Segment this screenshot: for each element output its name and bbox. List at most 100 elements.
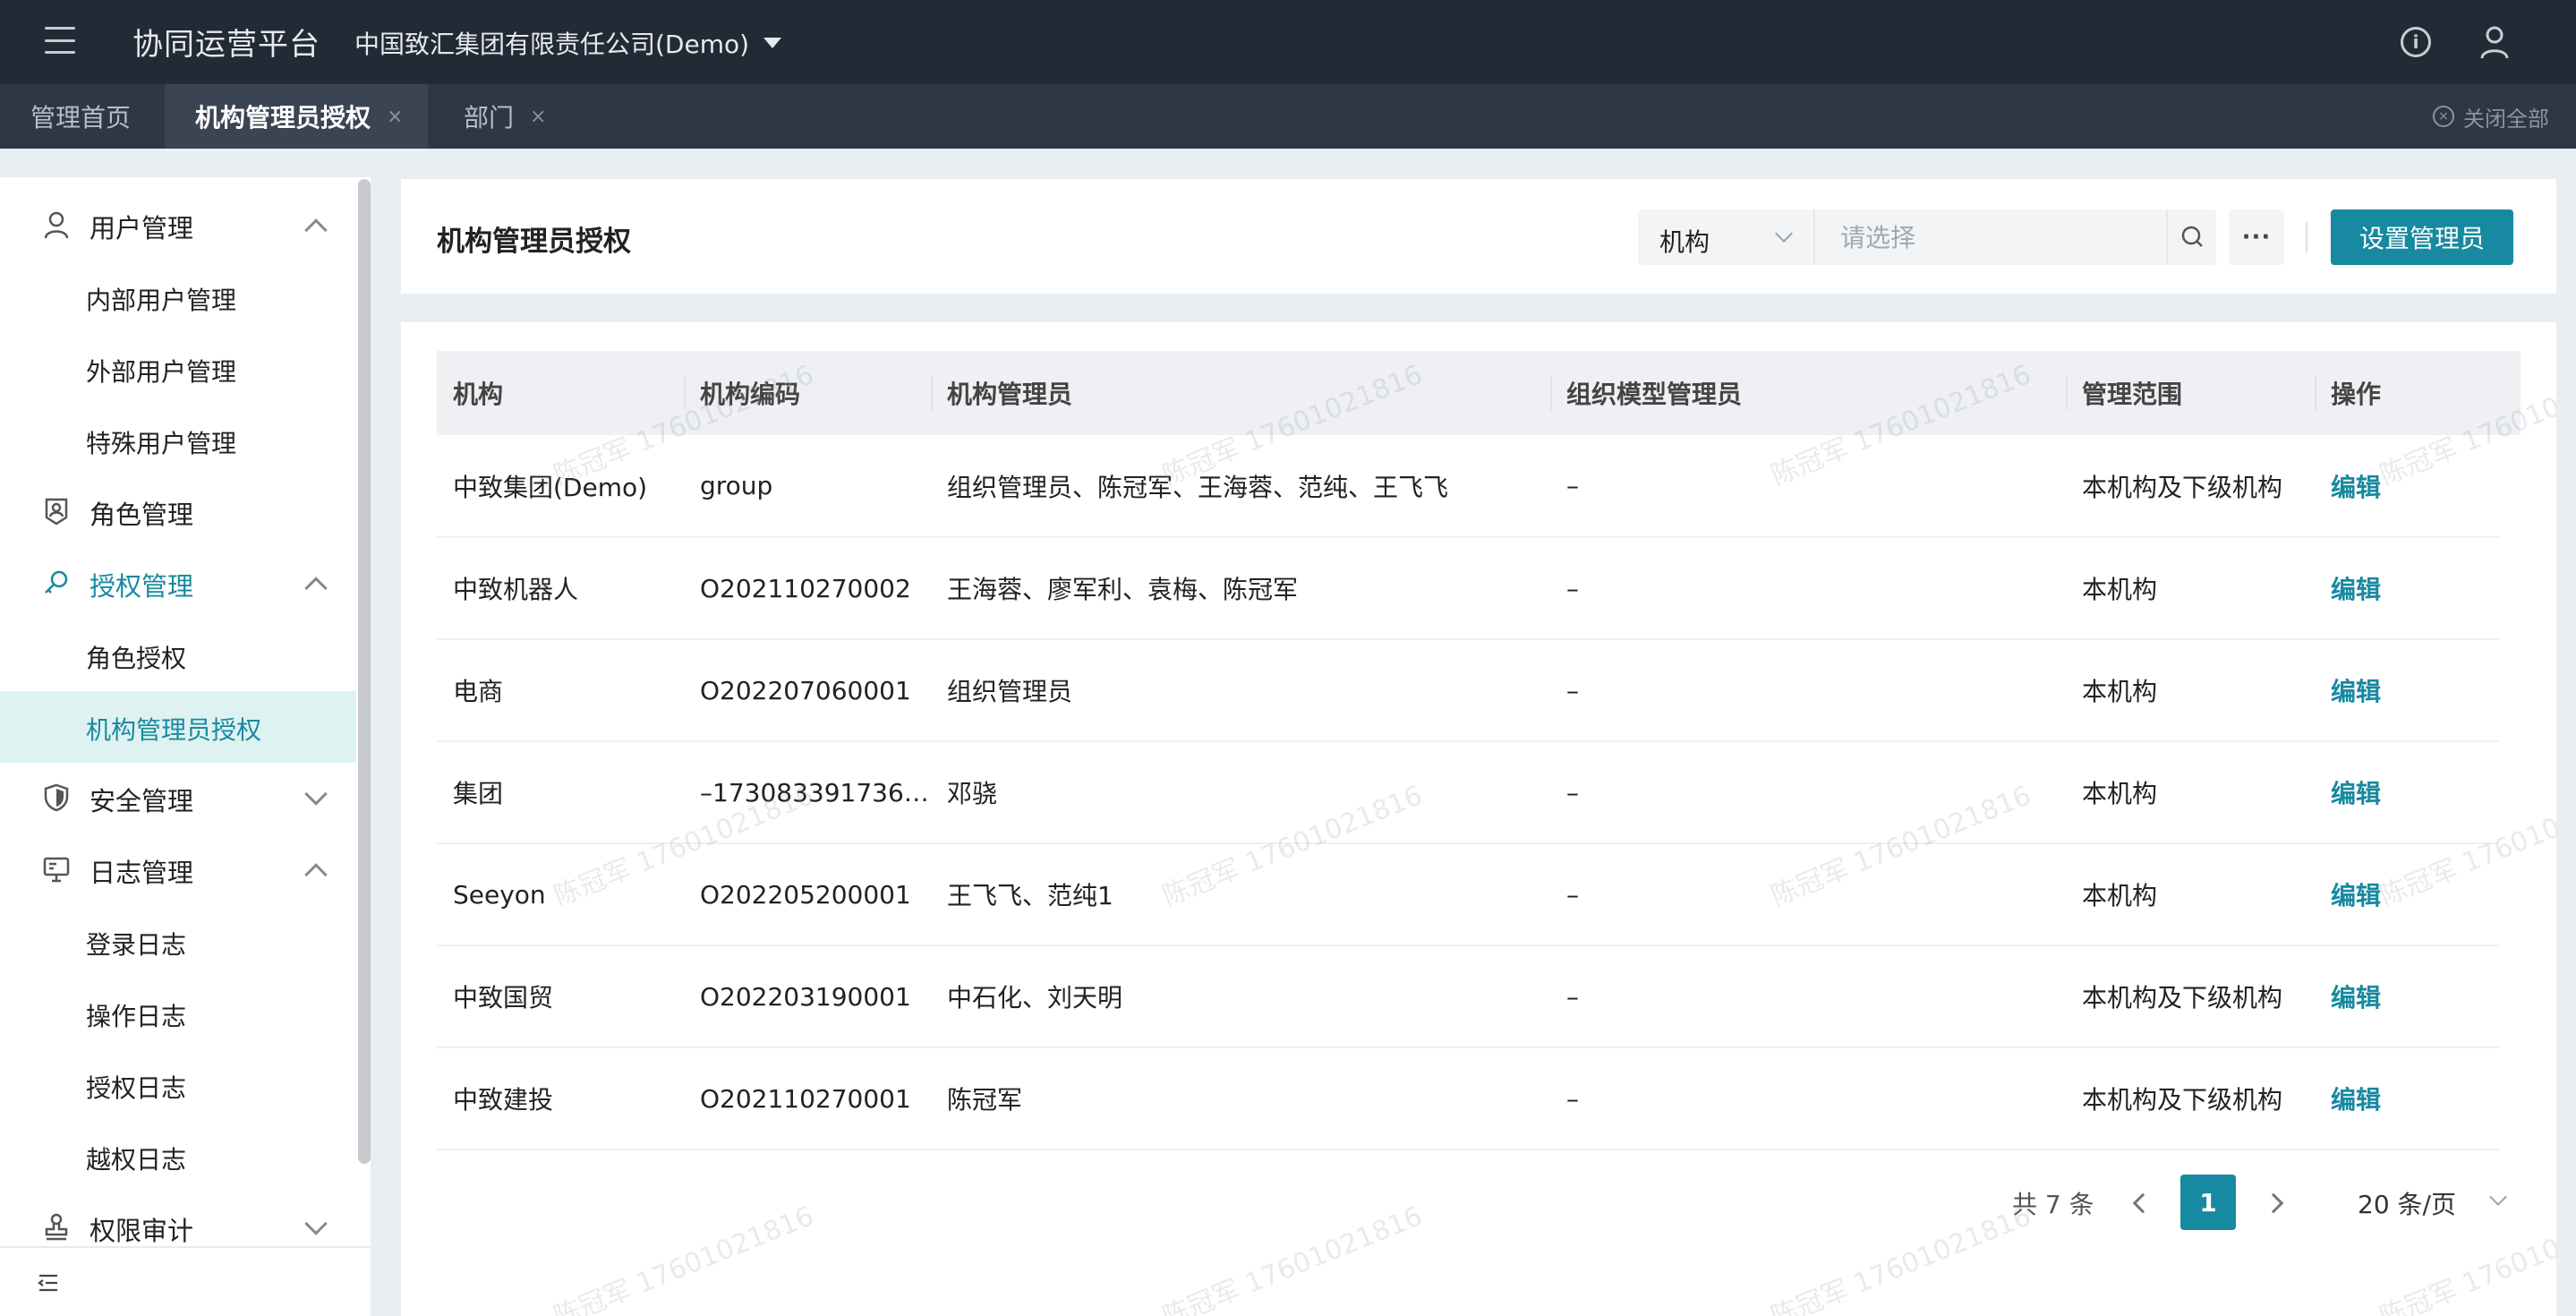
- cell-code: group: [700, 471, 773, 500]
- menu-icon[interactable]: [45, 27, 75, 54]
- sidebar-item-auth-log[interactable]: 授权日志: [0, 1049, 356, 1121]
- org-admin-table: 机构 机构编码 机构管理员 组织模型管理员 管理范围 操作 中致集团(Demo)…: [437, 351, 2499, 1150]
- sidebar-group-label: 授权管理: [90, 571, 194, 602]
- cell-org: 中致国贸: [453, 983, 554, 1013]
- sidebar-group-label: 用户管理: [90, 213, 194, 244]
- table-row: 电商 O202207060001 组织管理员 – 本机构 编辑: [437, 639, 2499, 741]
- chevron-down-icon: [2489, 1188, 2507, 1206]
- chevron-up-icon: [304, 218, 328, 242]
- sidebar-item-login-log[interactable]: 登录日志: [0, 906, 356, 978]
- cell-org: Seeyon: [453, 879, 546, 910]
- user-icon: [44, 211, 69, 239]
- table-row: 中致集团(Demo) group 组织管理员、陈冠军、王海蓉、范纯、王飞飞 – …: [437, 435, 2499, 537]
- cell-model-admins: –: [1566, 675, 1579, 705]
- table-row: 中致国贸 O202203190001 中石化、刘天明 – 本机构及下级机构 编辑: [437, 945, 2499, 1047]
- sidebar-item-label: 内部用户管理: [86, 286, 237, 315]
- sidebar-group-user[interactable]: 用户管理: [0, 190, 354, 261]
- cell-admins: 王飞飞、范纯1: [947, 881, 1113, 910]
- user-profile-icon[interactable]: [2479, 25, 2510, 59]
- top-bar: 协同运营平台 中国致汇集团有限责任公司(Demo) i: [0, 0, 2576, 84]
- total-count: 共 7 条: [2012, 1190, 2094, 1219]
- cell-org: 电商: [453, 677, 504, 706]
- sidebar-item-role-auth[interactable]: 角色授权: [0, 620, 356, 691]
- edit-link[interactable]: 编辑: [2315, 945, 2499, 1047]
- tab-department[interactable]: 部门 ×: [428, 84, 571, 149]
- key-icon: [45, 570, 68, 594]
- filter-field-select[interactable]: 机构: [1638, 209, 1815, 265]
- close-all-button[interactable]: × 关闭全部: [2433, 84, 2549, 149]
- cell-scope: 本机构及下级机构: [2082, 472, 2283, 502]
- company-switcher[interactable]: 中国致汇集团有限责任公司(Demo): [354, 25, 782, 61]
- prev-page-icon[interactable]: [2132, 1192, 2154, 1214]
- set-admin-button[interactable]: 设置管理员: [2331, 209, 2513, 265]
- cell-scope: 本机构及下级机构: [2082, 983, 2283, 1013]
- cell-code: –173083391736…: [700, 777, 929, 808]
- edit-link[interactable]: 编辑: [2315, 639, 2499, 741]
- column-header-scope: 管理范围: [2066, 351, 2315, 435]
- column-header-model-admins: 组织模型管理员: [1550, 351, 2066, 435]
- chevron-down-icon: [1775, 225, 1793, 243]
- tab-close-icon[interactable]: ×: [387, 106, 403, 128]
- info-icon[interactable]: i: [2401, 27, 2431, 57]
- filter-input[interactable]: [1817, 209, 2166, 265]
- sidebar-item-operation-log[interactable]: 操作日志: [0, 978, 356, 1049]
- cell-model-admins: –: [1566, 1083, 1579, 1114]
- cell-admins: 王海蓉、廖军利、袁梅、陈冠军: [947, 575, 1299, 604]
- pagination: 共 7 条 1 20 条/页: [401, 1175, 2556, 1237]
- cell-code: O202203190001: [700, 981, 911, 1012]
- search-icon: [2181, 226, 2203, 247]
- monitor-icon: [43, 857, 70, 883]
- cell-scope: 本机构: [2082, 677, 2158, 706]
- table-row: Seeyon O202205200001 王飞飞、范纯1 – 本机构 编辑: [437, 843, 2499, 945]
- next-page-icon[interactable]: [2263, 1192, 2284, 1214]
- more-button[interactable]: ···: [2229, 209, 2284, 265]
- sidebar-item-overreach-log[interactable]: 越权日志: [0, 1121, 356, 1192]
- sidebar-item-internal-users[interactable]: 内部用户管理: [0, 261, 356, 333]
- edit-link[interactable]: 编辑: [2315, 435, 2499, 537]
- search-filter: 机构: [1638, 209, 2216, 265]
- collapse-sidebar-icon[interactable]: [38, 1273, 59, 1293]
- table-row: 集团 –173083391736… 邓骁 – 本机构 编辑: [437, 741, 2499, 843]
- sidebar-scrollbar[interactable]: [358, 179, 371, 1164]
- column-header-admins: 机构管理员: [931, 351, 1550, 435]
- page-size-select[interactable]: 20 条/页: [2358, 1185, 2456, 1221]
- sidebar-group-log[interactable]: 日志管理: [0, 834, 354, 906]
- cell-org: 中致集团(Demo): [453, 472, 648, 502]
- cell-admins: 组织管理员: [947, 677, 1073, 706]
- table-row: 中致机器人 O202110270002 王海蓉、廖军利、袁梅、陈冠军 – 本机构…: [437, 537, 2499, 639]
- sidebar-item-label: 操作日志: [86, 1002, 187, 1031]
- edit-link[interactable]: 编辑: [2315, 741, 2499, 843]
- cell-model-admins: –: [1566, 471, 1579, 500]
- sidebar-group-auth[interactable]: 授权管理: [0, 548, 354, 620]
- sidebar-group-role[interactable]: 角色管理: [0, 476, 354, 548]
- sidebar-group-security[interactable]: 安全管理: [0, 763, 354, 834]
- search-button[interactable]: [2166, 209, 2216, 265]
- tab-org-admin-auth[interactable]: 机构管理员授权 ×: [165, 84, 428, 149]
- tab-label: 机构管理员授权: [195, 103, 371, 132]
- cell-scope: 本机构及下级机构: [2082, 1085, 2283, 1115]
- sidebar-item-special-users[interactable]: 特殊用户管理: [0, 405, 356, 476]
- sidebar-item-org-admin-auth[interactable]: 机构管理员授权: [0, 691, 356, 763]
- edit-link[interactable]: 编辑: [2315, 1047, 2499, 1149]
- company-name: 中国致汇集团有限责任公司(Demo): [354, 30, 750, 59]
- column-header-action: 操作: [2315, 351, 2499, 435]
- tab-home[interactable]: 管理首页: [0, 84, 165, 149]
- sidebar-footer: [0, 1246, 371, 1316]
- page-title: 机构管理员授权: [437, 226, 631, 258]
- app-title: 协同运营平台: [132, 27, 320, 63]
- chevron-down-icon: [304, 782, 328, 806]
- table-header-row: 机构 机构编码 机构管理员 组织模型管理员 管理范围 操作: [437, 351, 2499, 435]
- chevron-up-icon: [304, 863, 328, 886]
- table-card: 机构 机构编码 机构管理员 组织模型管理员 管理范围 操作 中致集团(Demo)…: [401, 322, 2556, 1316]
- page-button-1[interactable]: 1: [2180, 1175, 2236, 1230]
- close-circle-icon: ×: [2433, 106, 2454, 127]
- edit-link[interactable]: 编辑: [2315, 537, 2499, 639]
- column-header-code: 机构编码: [684, 351, 931, 435]
- tab-close-icon[interactable]: ×: [530, 106, 546, 128]
- sidebar-item-external-users[interactable]: 外部用户管理: [0, 333, 356, 405]
- divider: [2306, 222, 2307, 252]
- edit-link[interactable]: 编辑: [2315, 843, 2499, 945]
- role-icon: [45, 498, 68, 526]
- sidebar-item-label: 角色授权: [86, 644, 187, 673]
- table-row: 中致建投 O202110270001 陈冠军 – 本机构及下级机构 编辑: [437, 1047, 2499, 1149]
